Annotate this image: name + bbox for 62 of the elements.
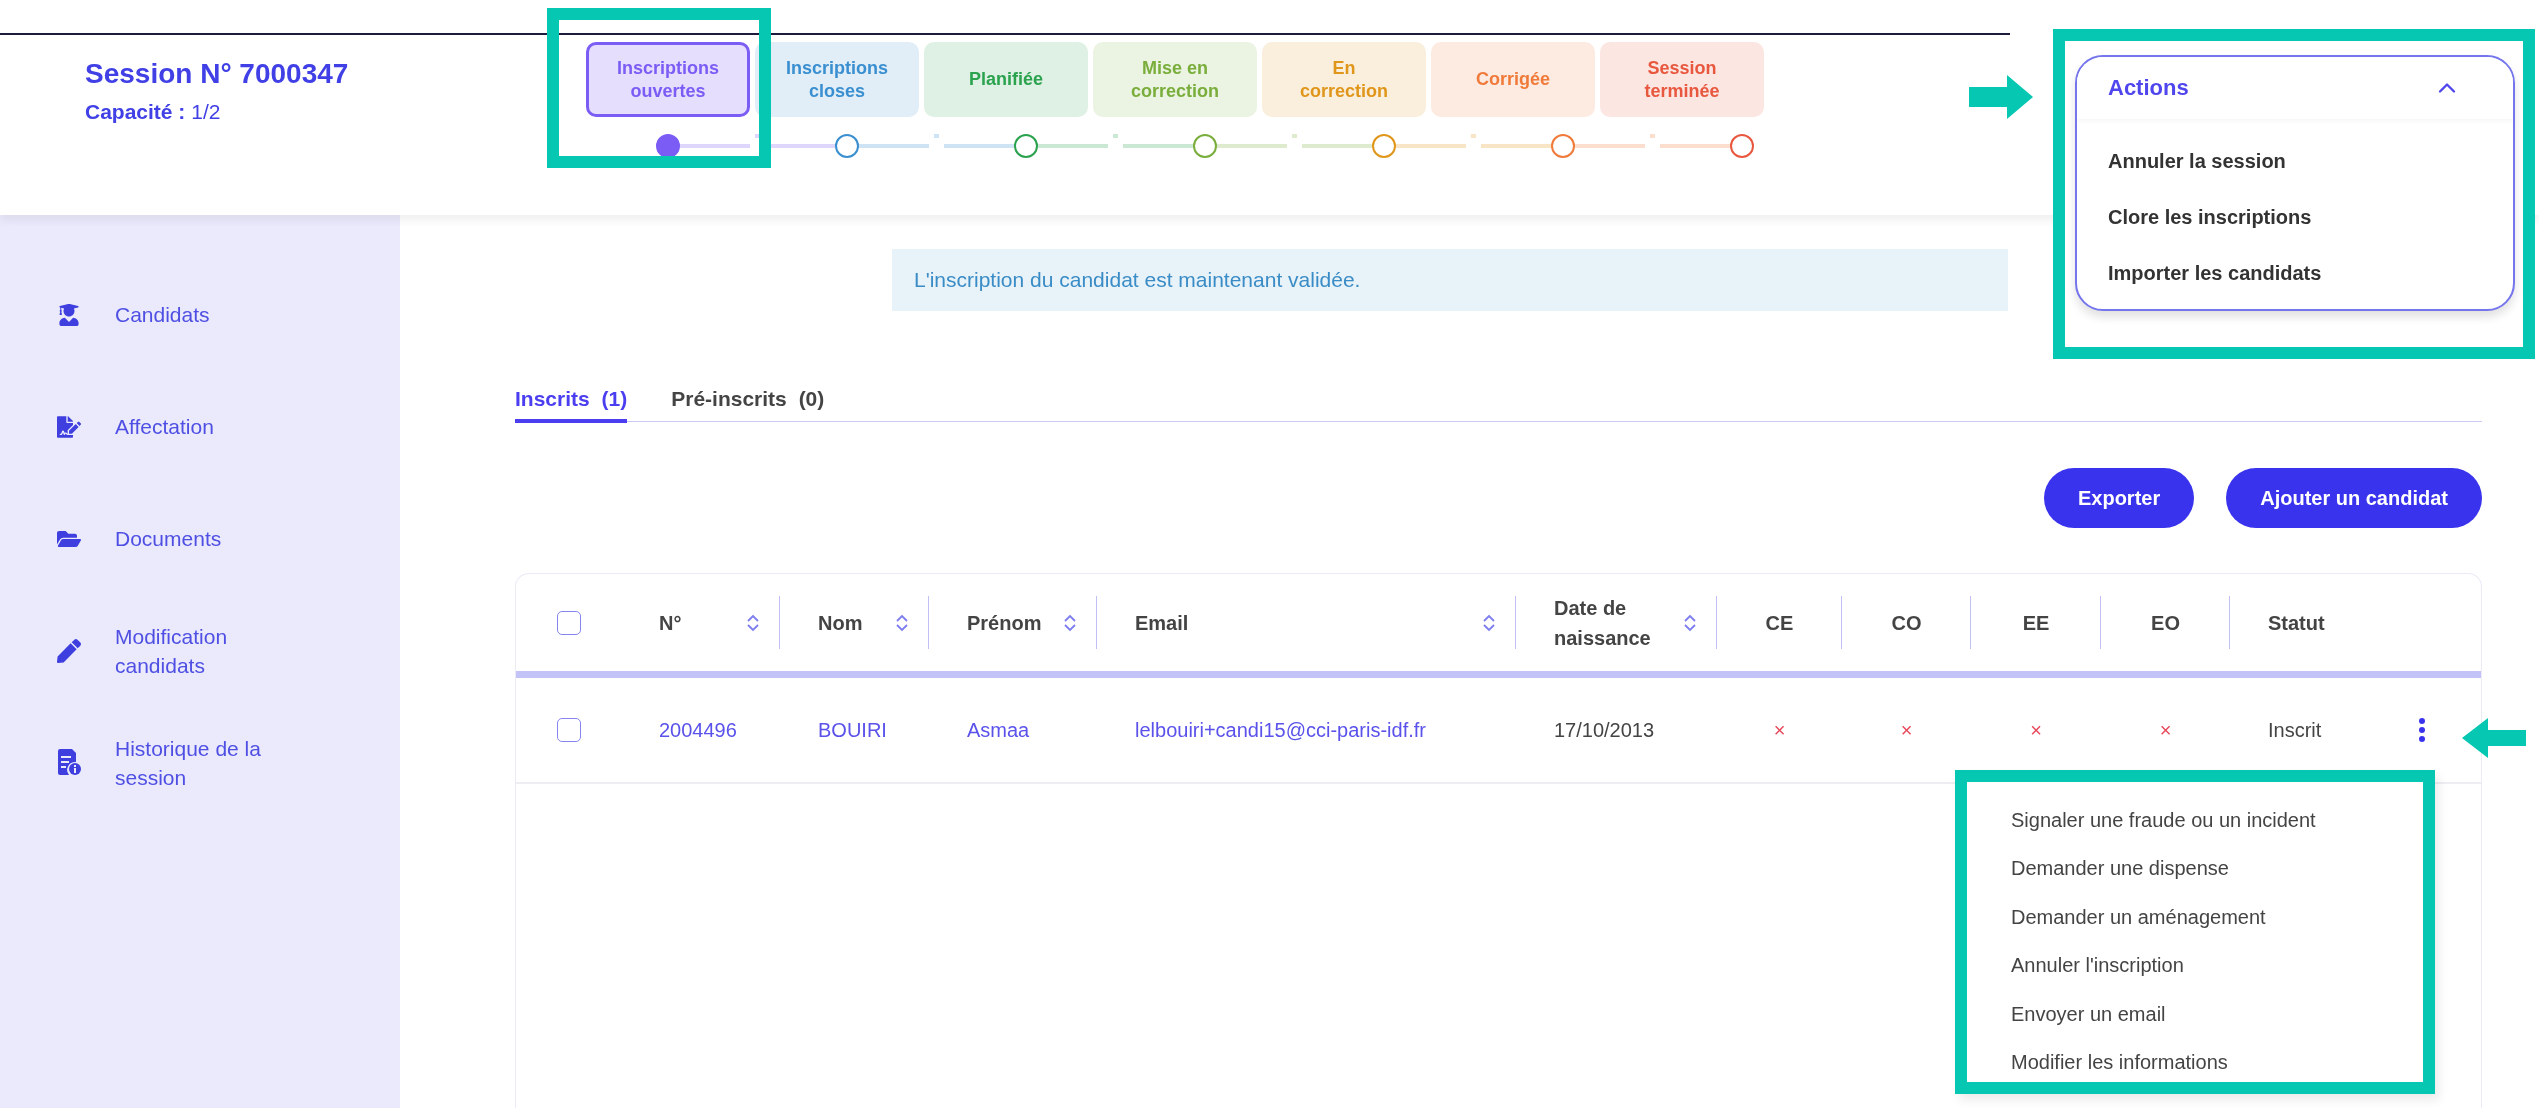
column-header: EO [2151,610,2180,636]
export-button[interactable]: Exporter [2043,468,2195,528]
status-step: En correction [1262,42,1426,117]
status-step: Inscriptions ouvertes [586,42,750,117]
kebab-icon [2419,718,2425,742]
column-header: Email [1135,610,1189,636]
table-cell: × [2159,718,2172,742]
session-title: Session N° 7000347 [85,58,350,90]
pencil-icon [57,639,81,663]
actions-button[interactable]: Actions [2077,57,2513,119]
menu-item[interactable]: Demander une dispense [2011,850,2423,887]
menu-item[interactable]: Annuler la session [2108,145,2513,177]
column-header: Prénom [967,610,1042,636]
tab[interactable]: Inscrits (1) [515,387,628,423]
column-header: Date de naissance [1554,595,1652,651]
menu-item[interactable]: Clore les inscriptions [2108,201,2513,233]
status-step: Mise en correction [1093,42,1257,117]
row-checkbox[interactable] [556,718,581,742]
menu-item[interactable]: Demander un aménagement [2011,899,2423,935]
sidebar-item[interactable]: Documents [115,524,222,554]
column-header: Statut [2268,610,2325,636]
sidebar-item[interactable]: Affectation [115,412,214,442]
sort-icon[interactable] [1482,612,1496,633]
menu-item[interactable]: Importer les candidats [2108,257,2513,289]
status-step: Planifiée [924,42,1088,117]
sidebar-item[interactable]: Candidats [115,300,210,330]
select-all-checkbox[interactable] [556,610,581,635]
capacity-text: Capacité : 1/2 [85,100,222,124]
menu-item[interactable]: Annuler l'inscription [2011,947,2423,984]
document-pen-icon [57,414,81,440]
success-alert: L'inscription du candidat est maintenant validée. [892,249,2008,311]
graduate-icon [58,304,80,326]
table-cell: 2004496 [659,718,737,742]
table-cell: × [2030,718,2042,742]
sort-icon[interactable] [895,612,909,633]
column-header: CO [1891,610,1922,636]
add-candidate-button[interactable]: Ajouter un candidat [2226,468,2482,528]
table-cell: lelbouiri+candi15@cci-paris-idf.fr [1135,718,1426,742]
table-cell: Asmaa [967,718,1030,742]
status-step: Inscriptions closes [755,42,919,117]
sort-icon[interactable] [1683,612,1697,633]
sort-icon[interactable] [746,612,760,633]
sidebar-item[interactable]: Modification candidats [115,621,315,681]
document-info-icon [57,749,81,777]
column-header: N° [659,610,682,636]
column-header: CE [1765,610,1794,636]
column-header: EE [2022,610,2050,636]
table-cell: BOUIRI [818,718,887,742]
status-step: Corrigée [1431,42,1595,117]
menu-item[interactable]: Envoyer un email [2011,996,2423,1032]
table-cell: Inscrit [2268,718,2322,742]
table-cell: × [1773,718,1786,742]
table-cell: 17/10/2013 [1554,718,1655,742]
sort-icon[interactable] [1063,612,1077,633]
column-header: Nom [818,610,863,636]
menu-item[interactable]: Signaler une fraude ou un incident [2011,802,2423,838]
sidebar-item[interactable]: Historique de la session [115,733,315,793]
pointer-arrow [1969,75,2033,119]
menu-item[interactable]: Modifier les informations [2011,1044,2423,1081]
table-cell: × [1900,718,1913,742]
tab[interactable]: Pré-inscrits (0) [671,387,825,423]
status-step: Session terminée [1600,42,1764,117]
